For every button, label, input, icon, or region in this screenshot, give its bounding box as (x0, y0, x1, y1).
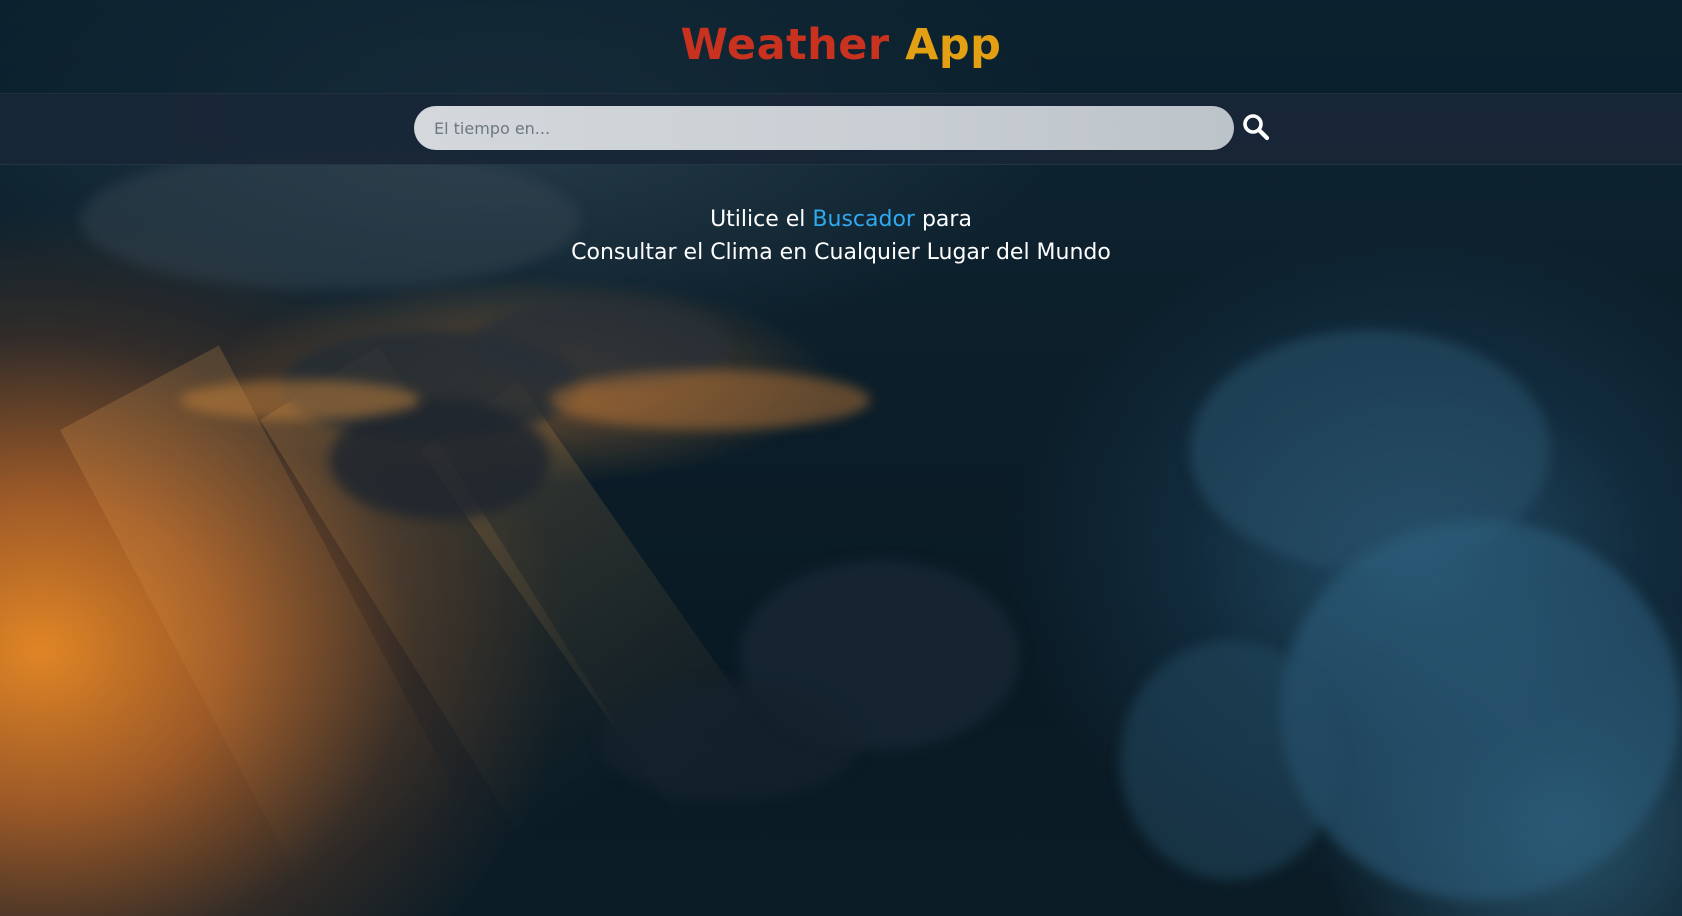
search-bar (0, 93, 1682, 165)
app-header: Weather App (0, 0, 1682, 93)
app-viewport: Weather App Utilice el Buscador para Con… (0, 0, 1682, 916)
intro-message: Utilice el Buscador para Consultar el Cl… (0, 203, 1682, 269)
search-icon (1243, 113, 1270, 140)
intro-prefix: Utilice el (710, 207, 806, 232)
search-button[interactable] (1238, 110, 1274, 146)
app-title: Weather App (0, 14, 1682, 76)
intro-line-2: Consultar el Clima en Cualquier Lugar de… (571, 240, 1111, 265)
app-title-word-app: App (905, 20, 1002, 70)
buscador-highlight: Buscador (812, 207, 915, 232)
app-title-word-weather: Weather (680, 20, 890, 70)
intro-suffix: para (921, 207, 972, 232)
intro-line-1: Utilice el Buscador para (0, 203, 1682, 236)
search-input[interactable] (414, 106, 1234, 150)
